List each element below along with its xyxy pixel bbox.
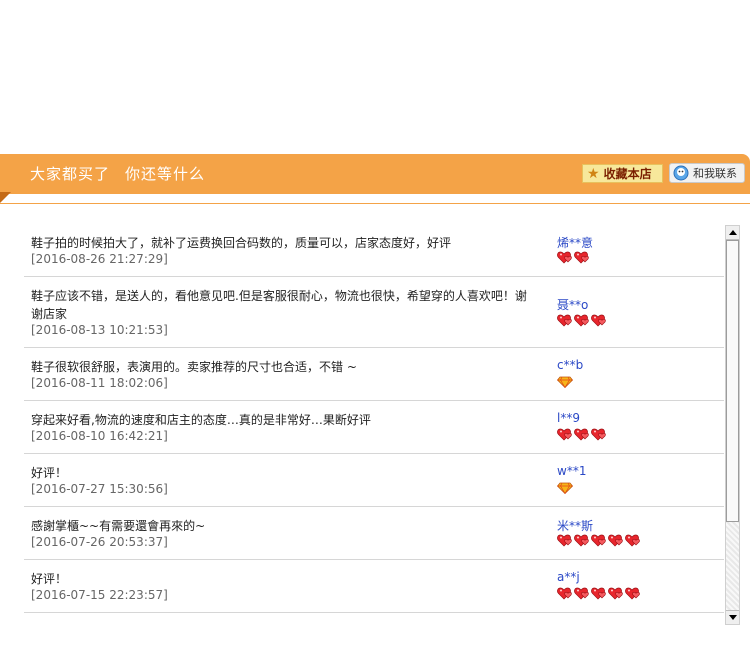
- review-date: [2016-07-15 22:23:57]: [31, 588, 168, 602]
- review-row: 感謝掌櫃~~有需要還會再來的~ [2016-07-26 20:53:37] 米*…: [24, 507, 724, 560]
- diamond-icon: [557, 376, 573, 388]
- banner-slogan-1: 大家都买了: [30, 165, 111, 183]
- buyer-level: [557, 314, 607, 327]
- banner-slogan-2: 你还等什么: [125, 165, 206, 183]
- reviewer-name[interactable]: 聂**o: [557, 296, 588, 313]
- heart-icon: [574, 587, 589, 600]
- review-date: [2016-08-11 18:02:06]: [31, 376, 168, 390]
- heart-icon: [574, 314, 589, 327]
- scroll-down-button[interactable]: [726, 610, 739, 624]
- banner-fold-corner: [0, 192, 11, 203]
- heart-icon: [591, 428, 606, 441]
- buyer-level: [557, 428, 607, 441]
- heart-icon: [557, 587, 572, 600]
- reviewer-name[interactable]: c**b: [557, 358, 583, 372]
- buyer-level: [557, 251, 590, 264]
- review-date: [2016-08-26 21:27:29]: [31, 252, 168, 266]
- heart-icon: [574, 428, 589, 441]
- review-row: 好评！ [2016-07-27 15:30:56] w**1: [24, 454, 724, 507]
- review-comment: 鞋子应该不错，是送人的，看他意见吧.但是客服很耐心，物流也很快，希望穿的人喜欢吧…: [31, 289, 527, 321]
- heart-icon: [591, 587, 606, 600]
- contact-seller-label: 和我联系: [693, 167, 737, 180]
- review-comment: 好评！: [31, 466, 68, 480]
- review-comment: 穿起来好看,物流的速度和店主的态度…真的是非常好…果断好评: [31, 413, 371, 427]
- scroll-up-button[interactable]: [726, 226, 739, 240]
- reviewer-name[interactable]: a**j: [557, 570, 580, 584]
- review-comment: 鞋子拍的时候拍大了，就补了运费换回合码数的，质量可以，店家态度好，好评: [31, 236, 452, 250]
- reviewer-name[interactable]: l**9: [557, 411, 580, 425]
- heart-icon: [608, 534, 623, 547]
- review-comment: 好评！: [31, 572, 68, 586]
- heart-icon: [557, 251, 572, 264]
- heart-icon: [625, 587, 640, 600]
- review-row: 穿起来好看,物流的速度和店主的态度…真的是非常好…果断好评 [2016-08-1…: [24, 401, 724, 454]
- diamond-icon: [557, 482, 573, 494]
- reviewer-name[interactable]: 米**斯: [557, 517, 593, 534]
- favorite-shop-button[interactable]: ★ 收藏本店: [582, 164, 663, 183]
- heart-icon: [591, 314, 606, 327]
- buyer-level: [557, 481, 573, 494]
- heart-icon: [557, 534, 572, 547]
- reviewer-name[interactable]: w**1: [557, 464, 586, 478]
- heart-icon: [557, 314, 572, 327]
- chat-icon: [673, 165, 689, 181]
- review-scrollbar[interactable]: [725, 225, 740, 625]
- review-row: 好评！ [2016-07-15 22:23:57] a**j: [24, 560, 724, 613]
- review-comment: 鞋子很软很舒服，表演用的。卖家推荐的尺寸也合适，不错 ~: [31, 360, 357, 374]
- heart-icon: [608, 587, 623, 600]
- reviewer-name[interactable]: 烯**意: [557, 234, 593, 251]
- review-row: 鞋子很软很舒服，表演用的。卖家推荐的尺寸也合适，不错 ~ [2016-08-11…: [24, 348, 724, 401]
- review-date: [2016-08-10 16:42:21]: [31, 429, 168, 443]
- banner-underline: [0, 192, 750, 204]
- buyer-level: [557, 534, 641, 547]
- heart-icon: [574, 251, 589, 264]
- buyer-level: [557, 375, 573, 388]
- buyer-level: [557, 587, 641, 600]
- favorite-shop-label: 收藏本店: [603, 167, 652, 181]
- arrow-up-icon: [728, 230, 737, 235]
- review-comment: 感謝掌櫃~~有需要還會再來的~: [31, 519, 206, 533]
- review-list: 鞋子拍的时候拍大了，就补了运费换回合码数的，质量可以，店家态度好，好评 [201…: [24, 224, 724, 613]
- review-date: [2016-07-27 15:30:56]: [31, 482, 168, 496]
- star-icon: ★: [587, 165, 600, 182]
- arrow-down-icon: [728, 615, 737, 620]
- heart-icon: [591, 534, 606, 547]
- contact-seller-button[interactable]: 和我联系: [669, 163, 745, 183]
- heart-icon: [557, 428, 572, 441]
- review-row: 鞋子拍的时候拍大了，就补了运费换回合码数的，质量可以，店家态度好，好评 [201…: [24, 224, 724, 277]
- review-row: 鞋子应该不错，是送人的，看他意见吧.但是客服很耐心，物流也很快，希望穿的人喜欢吧…: [24, 277, 724, 348]
- review-date: [2016-08-13 10:21:53]: [31, 323, 168, 337]
- review-date: [2016-07-26 20:53:37]: [31, 535, 168, 549]
- scroll-thumb[interactable]: [726, 240, 739, 522]
- heart-icon: [574, 534, 589, 547]
- heart-icon: [625, 534, 640, 547]
